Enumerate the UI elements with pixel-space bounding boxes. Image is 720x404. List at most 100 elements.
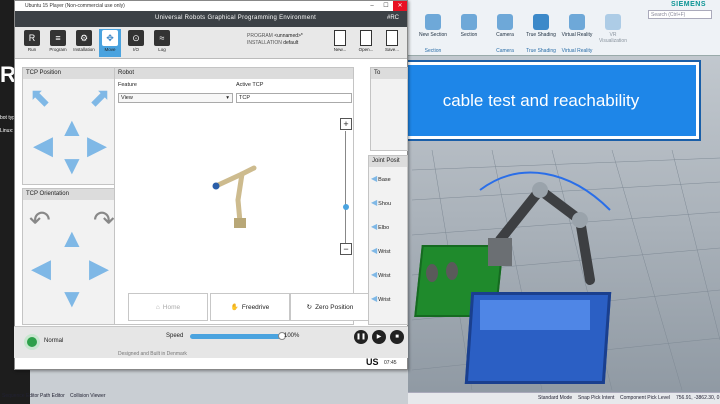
arrow-down-icon[interactable]: ▼ <box>59 152 85 178</box>
shading-icon <box>533 14 549 30</box>
built-in-denmark-text: Designed and Built in Denmark <box>118 351 187 357</box>
tab-log[interactable]: ≈ Log <box>151 29 173 57</box>
chevron-down-icon: ▾ <box>226 95 229 101</box>
tab-program[interactable]: ≡ Program <box>47 29 69 57</box>
tilt-right-icon[interactable]: ▶ <box>89 255 109 281</box>
tab-path-editor[interactable]: Path Editor <box>40 393 65 399</box>
run-icon: R <box>24 30 40 46</box>
search-input[interactable]: Search (Ctrl+F) <box>648 10 712 19</box>
camera-icon <box>497 14 513 30</box>
robot-title: Robot <box>115 68 353 79</box>
play-icon[interactable]: ▶ <box>372 330 386 344</box>
save-button[interactable]: Save... <box>381 29 403 57</box>
zoom-control: + − <box>340 118 352 260</box>
joint-row-wrist2[interactable]: ◀Wrist <box>371 270 407 280</box>
robot-status-text: Normal <box>44 338 64 344</box>
speed-label: Speed <box>166 333 184 339</box>
io-icon: ⊙ <box>128 30 144 46</box>
simulated-robot-arm[interactable] <box>460 150 620 300</box>
arrow-left-icon: ◀ <box>371 174 378 183</box>
active-tcp-field[interactable]: TCP <box>236 93 352 103</box>
arrow-left-icon[interactable]: ◀ <box>33 132 53 158</box>
joint-position-title: Joint Posit <box>369 156 407 167</box>
arrow-up-icon[interactable]: ▲ <box>59 114 85 140</box>
siemens-logo: SIEMENS <box>670 1 706 8</box>
zoom-out-button[interactable]: − <box>340 243 352 255</box>
joint-row-elbow[interactable]: ◀Elbo <box>371 222 407 232</box>
home-button[interactable]: ⌂ Home <box>128 293 208 321</box>
ribbon-new-section[interactable]: New Section Section <box>416 14 450 54</box>
simulator-ribbon: SIEMENS Search (Ctrl+F) New Section Secti… <box>408 0 720 56</box>
program-icon: ≡ <box>50 30 66 46</box>
move-icon: ✥ <box>102 30 118 46</box>
new-file-icon <box>334 30 346 46</box>
tcp-orientation-panel: TCP Orientation ↶ ↷ ▲ ◀ ▶ ▼ <box>22 188 126 325</box>
zero-position-button[interactable]: ↻ Zero Position <box>290 293 370 321</box>
caption-callout: cable test and reachability <box>381 60 701 141</box>
save-file-icon <box>386 30 398 46</box>
status-indicator: #RC <box>386 15 399 21</box>
tilt-up-icon[interactable]: ▲ <box>59 225 85 251</box>
rotate-left-icon[interactable]: ↶ <box>29 207 51 233</box>
arrow-up-left-icon[interactable]: ⬉ <box>29 84 51 110</box>
tab-collision-viewer[interactable]: Collision Viewer <box>70 393 105 399</box>
feature-select[interactable]: View ▾ <box>118 93 233 103</box>
keyboard-layout[interactable]: US <box>366 357 379 367</box>
arrow-up-right-icon[interactable]: ⬈ <box>89 84 111 110</box>
maximize-icon[interactable]: ☐ <box>379 1 393 11</box>
arrow-left-icon: ◀ <box>371 246 378 255</box>
ribbon-camera[interactable]: Camera Camera <box>488 14 522 54</box>
new-button[interactable]: New... <box>329 29 351 57</box>
tab-run[interactable]: R Run <box>21 29 43 57</box>
ribbon-virtual-reality[interactable]: Virtual Reality Virtual Reality <box>560 14 594 54</box>
simulator-bottom-tabs: Sequence Editor Path Editor Collision Vi… <box>0 384 130 404</box>
clock: 07:45 <box>384 360 397 366</box>
ribbon-true-shading[interactable]: True Shading True Shading <box>524 14 558 54</box>
tab-move[interactable]: ✥ Move <box>99 29 121 57</box>
open-button[interactable]: Open... <box>355 29 377 57</box>
freedrive-icon: ✋ <box>230 304 239 311</box>
arrow-left-icon: ◀ <box>371 294 378 303</box>
program-name: <unnamed>* <box>274 33 303 39</box>
tab-io[interactable]: ⊙ I/O <box>125 29 147 57</box>
rotate-right-icon[interactable]: ↷ <box>93 207 115 233</box>
joint-position-panel: Joint Posit ◀Base ◀Shou ◀Elbo ◀Wrist ◀Wr… <box>368 155 408 325</box>
installation-name: default <box>283 40 299 46</box>
status-indicator-icon[interactable] <box>24 334 40 350</box>
arrow-left-icon: ◀ <box>371 198 378 207</box>
open-file-icon <box>360 30 372 46</box>
window-titlebar: Ubuntu 15 Player (Non-commercial use onl… <box>15 1 407 11</box>
joint-row-wrist1[interactable]: ◀Wrist <box>371 246 407 256</box>
tab-sequence-editor[interactable]: Sequence Editor <box>2 393 39 399</box>
speed-slider[interactable] <box>190 334 282 339</box>
vr-visualization-icon <box>605 14 621 30</box>
tilt-down-icon[interactable]: ▼ <box>59 285 85 311</box>
freedrive-button[interactable]: ✋ Freedrive <box>210 293 290 321</box>
minimize-icon[interactable]: – <box>365 1 379 11</box>
pause-icon[interactable]: ❚❚ <box>354 330 368 344</box>
joint-row-base[interactable]: ◀Base <box>371 174 407 184</box>
stop-icon[interactable]: ■ <box>390 330 404 344</box>
blue-bin-inner <box>480 300 590 330</box>
arrow-left-icon: ◀ <box>371 270 378 279</box>
feature-label: Feature <box>118 82 137 88</box>
tool-position-panel: To <box>370 67 408 151</box>
simulator-status-bar: Standard Mode Snap Pick Intent Component… <box>408 392 720 404</box>
joint-row-shoulder[interactable]: ◀Shou <box>371 198 407 208</box>
tcp-orientation-title: TCP Orientation <box>23 189 125 200</box>
main-toolbar: R Run ≡ Program ⚙ Installation ✥ Move ⊙ I/O ≈… <box>15 27 407 59</box>
zoom-slider-handle[interactable] <box>343 204 349 210</box>
app-header: Universal Robots Graphical Programming E… <box>15 11 407 27</box>
arrow-right-icon[interactable]: ▶ <box>87 132 107 158</box>
arrow-left-icon: ◀ <box>371 222 378 231</box>
zoom-in-button[interactable]: + <box>340 118 352 130</box>
vr-icon <box>569 14 585 30</box>
ribbon-vr-visualization[interactable]: VR Visualization <box>596 14 630 44</box>
close-icon[interactable]: ✕ <box>393 1 407 11</box>
tab-installation[interactable]: ⚙ Installation <box>73 29 95 57</box>
section-icon <box>425 14 441 30</box>
robot-3d-view[interactable] <box>196 160 266 232</box>
tilt-left-icon[interactable]: ◀ <box>31 255 51 281</box>
joint-row-wrist3[interactable]: ◀Wrist <box>371 294 407 304</box>
ribbon-section[interactable]: Section <box>452 14 486 38</box>
